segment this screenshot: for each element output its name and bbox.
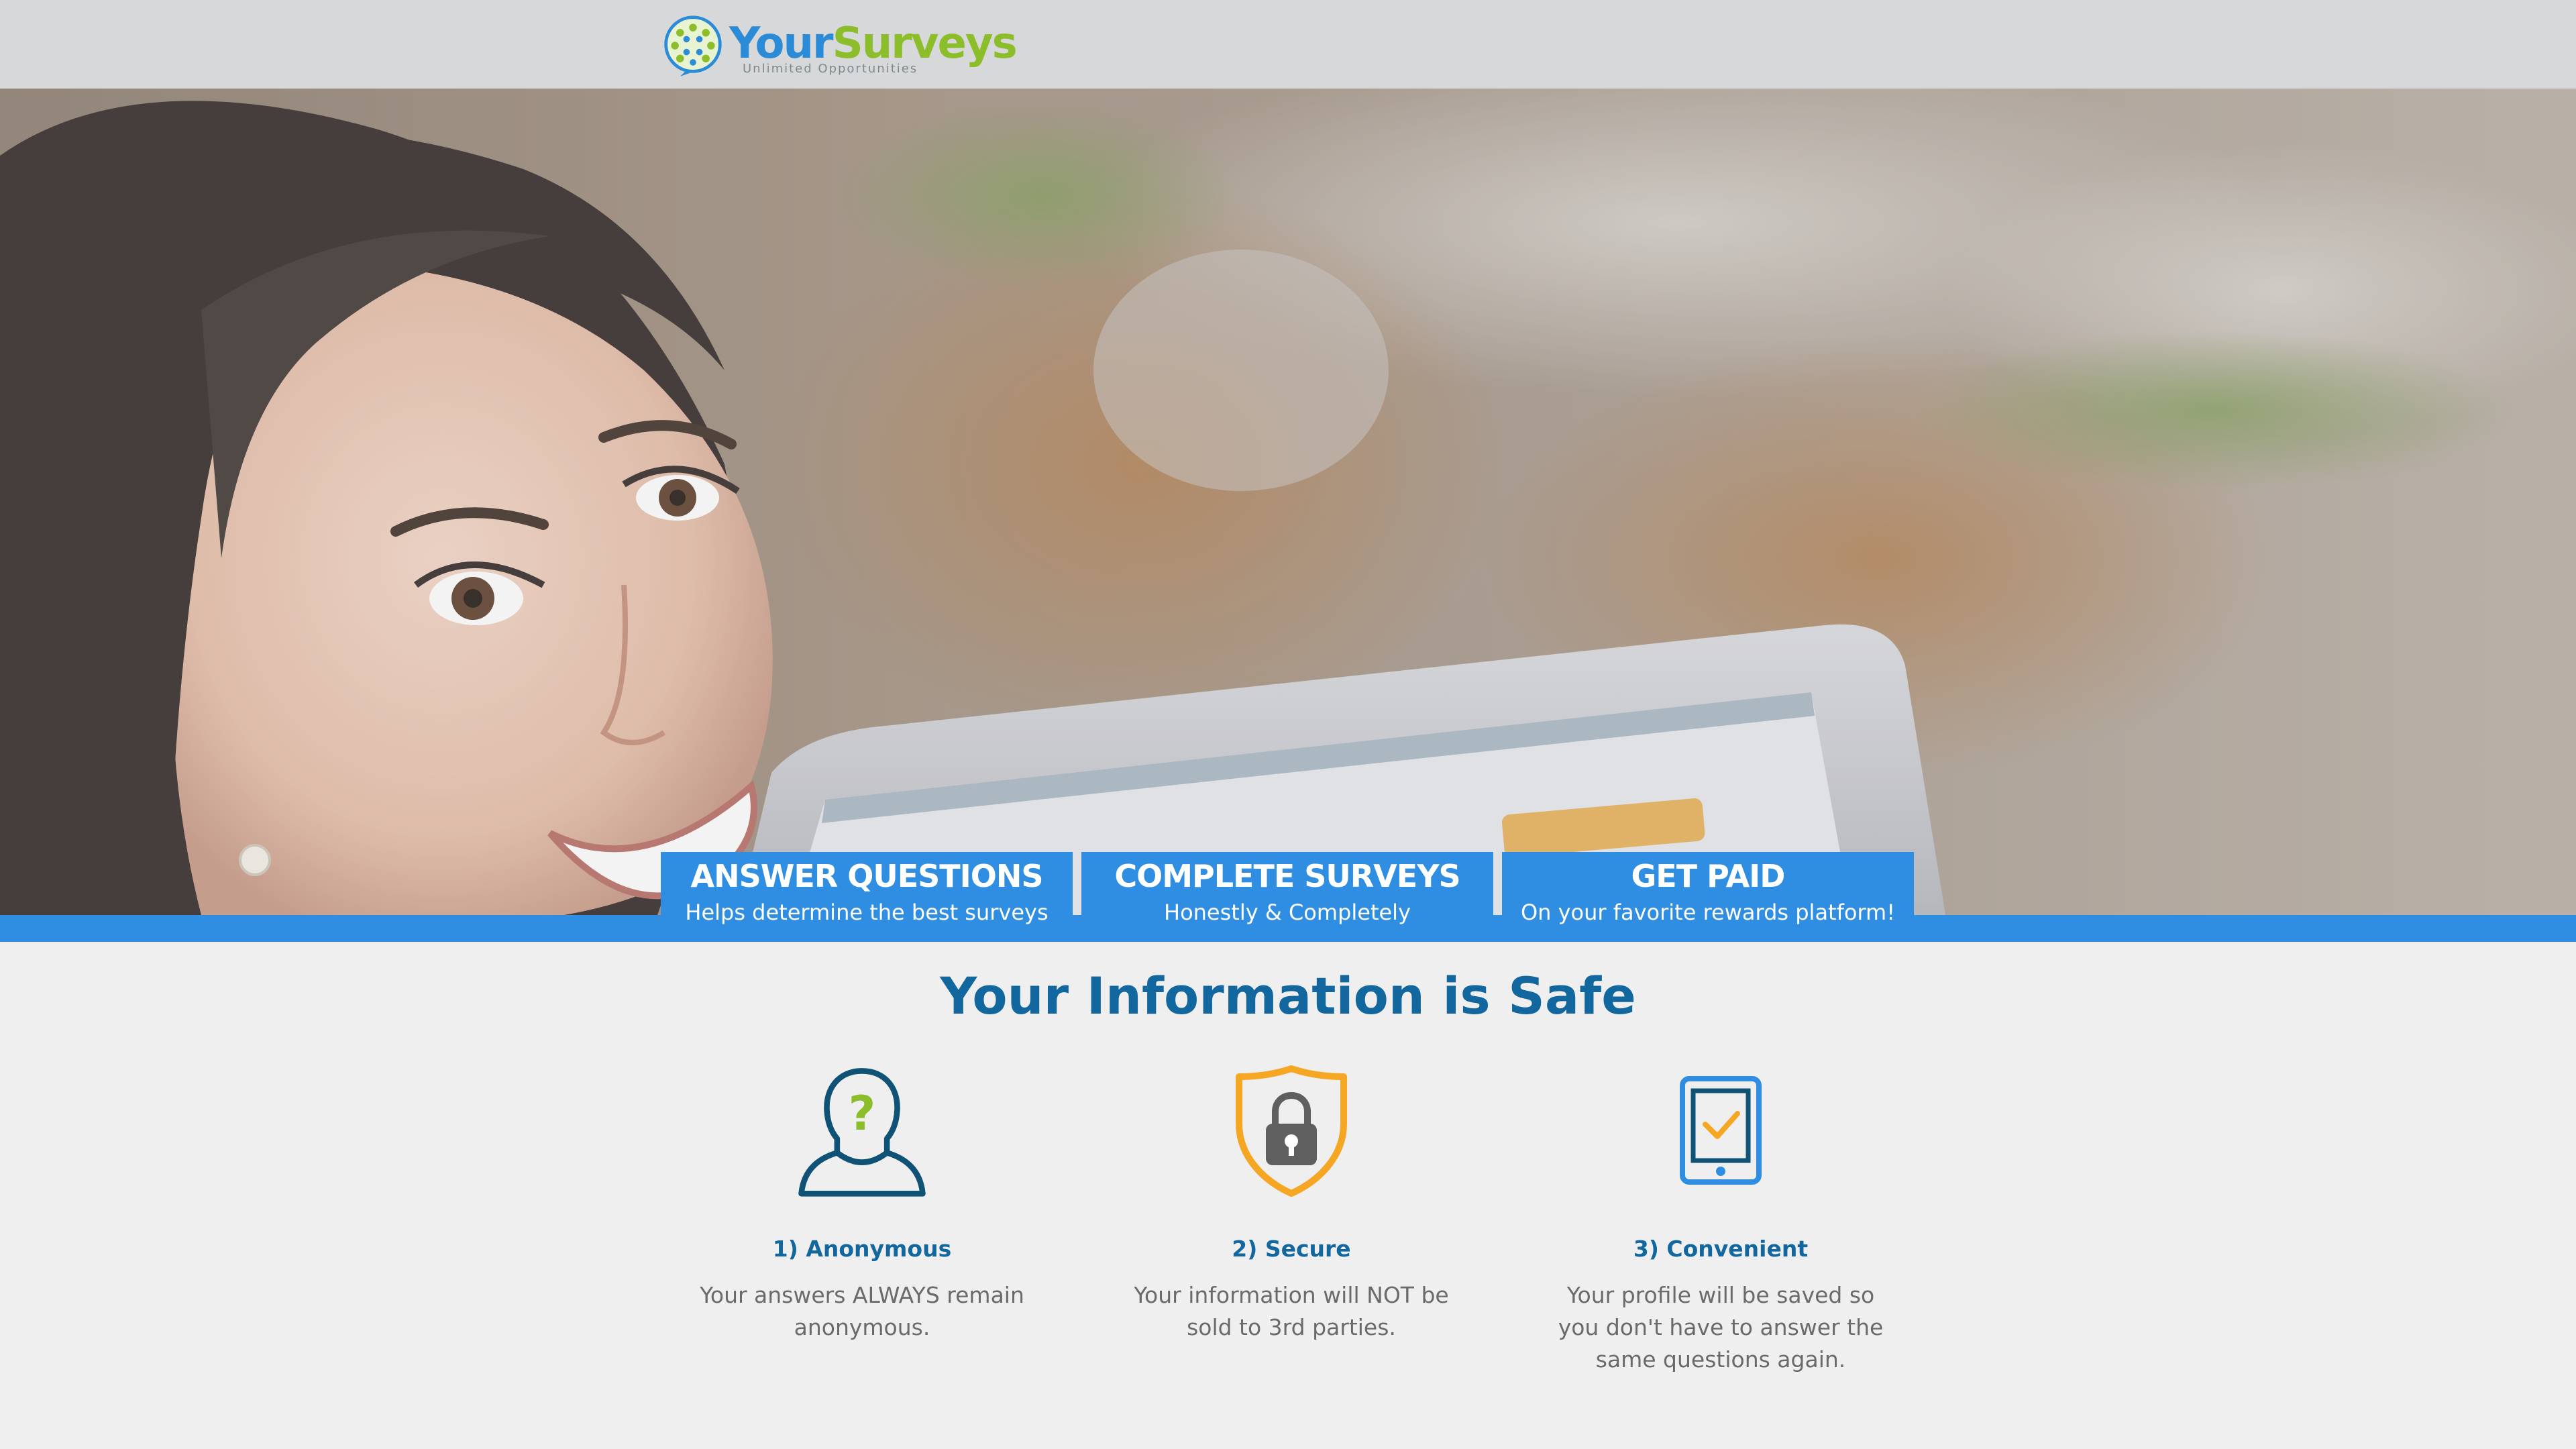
logo-word-your: Your [729, 19, 834, 68]
step-title: ANSWER QUESTIONS [690, 858, 1043, 894]
tablet-check-icon [1680, 1076, 1762, 1185]
feature-secure: 2) Secure Your information will NOT be s… [1090, 1060, 1493, 1376]
yoursurveys-logo[interactable]: YourSurveys Unlimited Opportunities [661, 12, 1018, 79]
top-header-bar: YourSurveys Unlimited Opportunities [0, 0, 2576, 89]
feature-title: 1) Anonymous [772, 1236, 952, 1262]
secure-shield-lock-icon [1236, 1065, 1347, 1197]
feature-description: Your answers ALWAYS remain anonymous. [700, 1282, 1024, 1340]
feature-icon-wrap: ? [661, 1060, 1063, 1201]
hero-overlay [0, 89, 2576, 915]
step-title: COMPLETE SURVEYS [1114, 858, 1460, 894]
step-subtitle: Honestly & Completely [1164, 900, 1411, 925]
step-title: GET PAID [1631, 858, 1786, 894]
globe-logo-icon [664, 15, 722, 77]
safe-section-heading: Your Information is Safe [940, 966, 1636, 1026]
step-answer-questions[interactable]: ANSWER QUESTIONS Helps determine the bes… [661, 852, 1073, 942]
step-get-paid[interactable]: GET PAID On your favorite rewards platfo… [1502, 852, 1914, 942]
feature-anonymous: ? 1) Anonymous Your answers ALWAYS remai… [661, 1060, 1063, 1376]
step-subtitle: On your favorite rewards platform! [1520, 900, 1896, 925]
feature-icon-wrap [1519, 1060, 1922, 1201]
logo-text: YourSurveys Unlimited Opportunities [729, 13, 1018, 78]
feature-convenient: 3) Convenient Your profile will be saved… [1519, 1060, 1922, 1376]
feature-title: 3) Convenient [1633, 1236, 1809, 1262]
step-complete-surveys[interactable]: COMPLETE SURVEYS Honestly & Completely [1081, 852, 1493, 942]
hero-banner [0, 89, 2576, 915]
steps-row: ANSWER QUESTIONS Helps determine the bes… [661, 852, 1914, 942]
logo-wordmark: YourSurveys [729, 19, 1018, 68]
feature-description: Your information will NOT be sold to 3rd… [1134, 1282, 1449, 1340]
features-row: ? 1) Anonymous Your answers ALWAYS remai… [661, 1060, 1922, 1376]
svg-text:?: ? [849, 1086, 876, 1141]
anonymous-person-icon: ? [798, 1068, 926, 1197]
step-subtitle: Helps determine the best surveys [685, 900, 1049, 925]
feature-title: 2) Secure [1232, 1236, 1351, 1262]
feature-description: Your profile will be saved so you don't … [1558, 1282, 1884, 1373]
logo-tagline: Unlimited Opportunities [743, 62, 918, 76]
logo-word-surveys: Surveys [832, 19, 1018, 68]
feature-icon-wrap [1090, 1060, 1493, 1201]
